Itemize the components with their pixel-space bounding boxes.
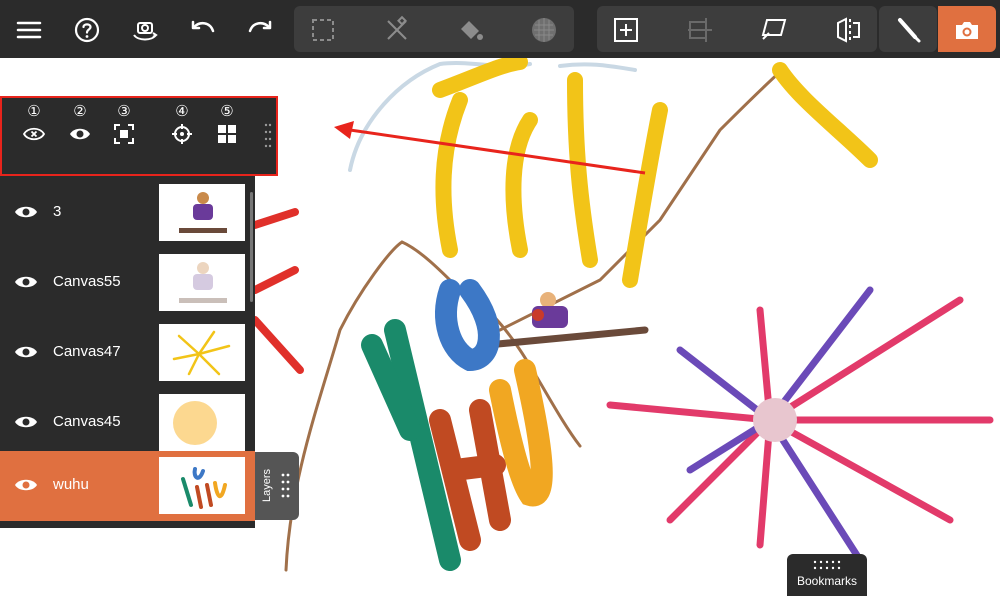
- eye-icon[interactable]: [14, 202, 38, 222]
- redo-icon[interactable]: [240, 10, 280, 50]
- selection-icon[interactable]: [303, 10, 343, 50]
- perspective-icon[interactable]: [754, 10, 794, 50]
- layer-name: Canvas47: [53, 343, 121, 360]
- camera-icon[interactable]: [947, 10, 987, 50]
- layer-row[interactable]: Canvas47: [0, 318, 255, 388]
- layers-tab[interactable]: Layers: [255, 452, 299, 520]
- layer-tool-1[interactable]: ①: [19, 104, 49, 146]
- layers-tab-label: Layers: [261, 468, 273, 502]
- layer-tool-5[interactable]: ⑤: [212, 104, 242, 146]
- eye-icon[interactable]: [14, 342, 38, 362]
- menu-icon[interactable]: [9, 10, 49, 50]
- layers-panel: 3 Canvas55 Canvas47 Canvas45 wuhu: [0, 176, 255, 528]
- layer-name: 3: [53, 203, 62, 220]
- bookmarks-label: Bookmarks: [796, 574, 858, 588]
- transform-icon[interactable]: [680, 10, 720, 50]
- help-icon[interactable]: [67, 10, 107, 50]
- layers-scrollbar[interactable]: [250, 192, 253, 302]
- eye-icon: [70, 128, 90, 140]
- step-number: ①: [27, 103, 41, 120]
- layer-tool-2[interactable]: ②: [65, 104, 95, 146]
- red-firework: [251, 208, 304, 374]
- layer-row[interactable]: Canvas45: [0, 388, 255, 458]
- eye-icon[interactable]: [14, 412, 38, 432]
- step-number: ②: [73, 103, 87, 120]
- step-number: ③: [117, 103, 131, 120]
- layer-row-selected[interactable]: wuhu: [0, 451, 255, 521]
- texture-icon[interactable]: [524, 10, 564, 50]
- step-number: ④: [175, 103, 189, 120]
- grip-icon: [813, 560, 841, 570]
- layer-tool-4[interactable]: ④: [167, 104, 197, 146]
- add-layer-icon[interactable]: [606, 10, 646, 50]
- grid-icon: [218, 125, 236, 143]
- pink-firework: [606, 286, 994, 564]
- layer-row[interactable]: Canvas55: [0, 248, 255, 318]
- layer-row[interactable]: 3: [0, 178, 255, 248]
- camera-rotate-icon[interactable]: [125, 10, 165, 50]
- eye-icon[interactable]: [14, 475, 38, 495]
- layer-tool-3[interactable]: ③: [109, 104, 139, 146]
- annotation-arrow: [334, 121, 646, 175]
- layer-name: Canvas45: [53, 413, 121, 430]
- layer-thumbnail: [159, 184, 245, 241]
- main-toolbar: [0, 0, 1000, 58]
- layer-thumbnail: [159, 457, 245, 514]
- bookmarks-tab[interactable]: Bookmarks: [787, 554, 867, 596]
- layer-thumbnail: [159, 254, 245, 311]
- eye-icon[interactable]: [14, 272, 38, 292]
- layer-thumbnail: [159, 394, 245, 451]
- flip-icon[interactable]: [828, 10, 868, 50]
- undo-icon[interactable]: [183, 10, 223, 50]
- target-icon: [172, 124, 192, 144]
- wuhu-lettering: [361, 279, 553, 571]
- layer-name: wuhu: [53, 476, 89, 493]
- hide-eye-icon: [22, 127, 46, 141]
- step-number: ⑤: [220, 103, 234, 120]
- brush-icon[interactable]: [888, 10, 928, 50]
- drag-handle-icon[interactable]: [264, 122, 272, 152]
- layer-name: Canvas55: [53, 273, 121, 290]
- layer-thumbnail: [159, 324, 245, 381]
- drag-handle-icon: [281, 473, 290, 498]
- layer-toolbar: ① ② ③ ④ ⑤: [0, 96, 278, 176]
- ruler-pen-icon[interactable]: [377, 10, 417, 50]
- fill-bucket-icon[interactable]: [450, 10, 490, 50]
- focus-icon: [114, 124, 134, 144]
